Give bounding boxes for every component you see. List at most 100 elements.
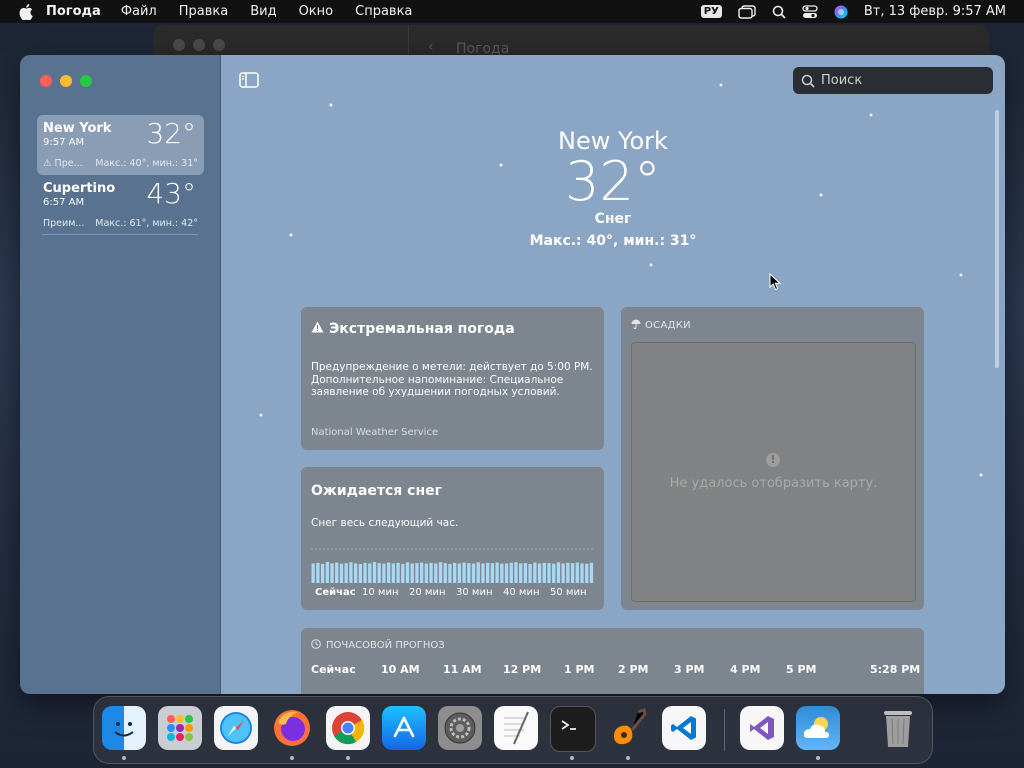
- close-button[interactable]: [40, 75, 52, 87]
- sidebar-toggle-icon[interactable]: [239, 72, 259, 88]
- search-input[interactable]: Поиск: [793, 67, 993, 94]
- snow-intensity-bar: [368, 563, 372, 583]
- search-icon[interactable]: [772, 5, 786, 19]
- chrome-icon[interactable]: [326, 706, 370, 750]
- snow-intensity-bar: [405, 562, 410, 583]
- hourly-forecast-header: ПОЧАСОВОЙ ПРОГНОЗ: [311, 639, 445, 652]
- snow-intensity-bar: [556, 562, 561, 583]
- severe-weather-card[interactable]: Экстремальная погода Предупреждение о ме…: [301, 307, 604, 450]
- hourly-forecast-header-text: ПОЧАСОВОЙ ПРОГНОЗ: [326, 640, 445, 651]
- firefox-icon[interactable]: [270, 706, 314, 750]
- snow-intensity-bar: [462, 562, 466, 583]
- warning-icon: ⚠: [43, 158, 55, 169]
- textedit-icon[interactable]: [494, 706, 538, 750]
- menu-edit[interactable]: Правка: [179, 4, 228, 19]
- city-card-new-york[interactable]: New York 9:57 AM 32° ⚠ Пре... Макс.: 40°…: [37, 115, 204, 175]
- snow-intensity-bar: [533, 562, 537, 583]
- minimize-button[interactable]: [60, 75, 72, 87]
- current-condition: Снег: [594, 211, 632, 227]
- siri-icon[interactable]: [834, 5, 848, 19]
- snow-intensity-bar: [391, 563, 395, 583]
- garageband-icon[interactable]: [606, 706, 650, 750]
- map-error-message: Не удалось отобразить карту.: [669, 476, 878, 491]
- snow-intensity-bar: [575, 562, 579, 583]
- current-hilo: Макс.: 40°, мин.: 31°: [529, 233, 697, 249]
- city-name: New York: [43, 121, 112, 136]
- axis-label: 30 мин: [456, 587, 493, 598]
- menu-app-name[interactable]: Погода: [46, 4, 101, 19]
- main-content: Поиск New York 32° Снег Макс.: 40°, мин.…: [221, 55, 1005, 694]
- window-switch-icon[interactable]: [738, 4, 756, 19]
- snow-intensity-bar: [561, 563, 565, 583]
- city-temp: 43°: [146, 177, 196, 210]
- snow-expected-card[interactable]: Ожидается снег Снег весь следующий час. …: [301, 467, 604, 610]
- hour-label: 4 PM: [730, 663, 761, 676]
- hour-label: Сейчас: [311, 663, 356, 676]
- running-indicator: [122, 756, 126, 760]
- snow-intensity-bar: [504, 563, 509, 583]
- snow-intensity-bar: [339, 563, 344, 583]
- chevron-left-icon: ‹: [428, 39, 434, 55]
- menu-file[interactable]: Файл: [121, 4, 157, 19]
- menu-view[interactable]: Вид: [250, 4, 276, 19]
- visual-studio-icon[interactable]: [740, 706, 784, 750]
- hour-label: 12 PM: [503, 663, 542, 676]
- search-icon: [801, 74, 815, 88]
- snow-intensity-bar: [419, 562, 424, 583]
- finder-icon[interactable]: [102, 706, 146, 750]
- vscode-icon[interactable]: [662, 706, 706, 750]
- snow-intensity-bar: [523, 563, 528, 583]
- running-indicator: [816, 756, 820, 760]
- city-condition-text: Пре...: [54, 158, 83, 169]
- menu-help[interactable]: Справка: [355, 4, 412, 19]
- system-settings-icon[interactable]: [438, 706, 482, 750]
- axis-label: 40 мин: [503, 587, 540, 598]
- snow-intensity-bar: [537, 563, 542, 583]
- severe-weather-title: Экстремальная погода: [311, 321, 515, 337]
- menubar-clock[interactable]: Вт, 13 февр. 9:57 AM: [864, 4, 1006, 19]
- mouse-cursor-icon: [769, 273, 781, 291]
- scrollbar[interactable]: [995, 110, 999, 368]
- snow-intensity-bar: [344, 563, 348, 583]
- weather-app-icon[interactable]: [796, 706, 840, 750]
- snow-intensity-bar: [467, 563, 471, 583]
- precipitation-header: ОСАДКИ: [631, 319, 691, 332]
- snow-intensity-bar: [410, 563, 414, 583]
- snow-intensity-bar: [448, 563, 452, 583]
- apple-icon[interactable]: [18, 3, 34, 20]
- launchpad-icon[interactable]: [158, 706, 202, 750]
- bg-window-dot: [193, 39, 205, 51]
- hourly-forecast-card[interactable]: ПОЧАСОВОЙ ПРОГНОЗ Сейчас 10 AM 11 AM 12 …: [301, 628, 924, 694]
- precipitation-map[interactable]: ! Не удалось отобразить карту.: [631, 342, 916, 602]
- hour-label: 1 PM: [564, 663, 595, 676]
- hour-label: 2 PM: [618, 663, 649, 676]
- snow-intensity-bar: [386, 562, 391, 583]
- safari-icon[interactable]: [214, 706, 258, 750]
- keyboard-layout-badge[interactable]: РУ: [700, 5, 722, 18]
- snow-intensity-bar: [349, 562, 353, 583]
- city-condition: Преим...: [43, 218, 85, 229]
- zoom-button[interactable]: [80, 75, 92, 87]
- city-card-cupertino[interactable]: Cupertino 6:57 AM 43° Преим... Макс.: 61…: [37, 175, 204, 235]
- bg-window-dot: [173, 39, 185, 51]
- running-indicator: [346, 756, 350, 760]
- axis-label: 10 мин: [362, 587, 399, 598]
- snow-intensity-bar: [528, 563, 532, 583]
- trash-icon[interactable]: [876, 706, 920, 750]
- snow-intensity-bar: [372, 562, 377, 583]
- precipitation-card[interactable]: ОСАДКИ ! Не удалось отобразить карту.: [621, 307, 924, 610]
- snow-intensity-bar: [358, 563, 362, 583]
- city-name: Cupertino: [43, 181, 116, 196]
- snow-intensity-bar: [552, 563, 556, 583]
- axis-label: 50 мин: [550, 587, 587, 598]
- axis-label: 20 мин: [409, 587, 446, 598]
- terminal-icon[interactable]: [550, 706, 596, 752]
- menu-window[interactable]: Окно: [299, 4, 334, 19]
- control-center-icon[interactable]: [802, 4, 818, 19]
- severe-weather-body: Предупреждение о метели: действует до 5:…: [311, 361, 593, 398]
- app-store-icon[interactable]: [382, 706, 426, 750]
- city-range: Макс.: 61°, мин.: 42°: [95, 218, 198, 229]
- snow-intensity-bar: [509, 562, 513, 583]
- snow-intensity-bar: [547, 563, 551, 583]
- dock-separator: [724, 709, 725, 751]
